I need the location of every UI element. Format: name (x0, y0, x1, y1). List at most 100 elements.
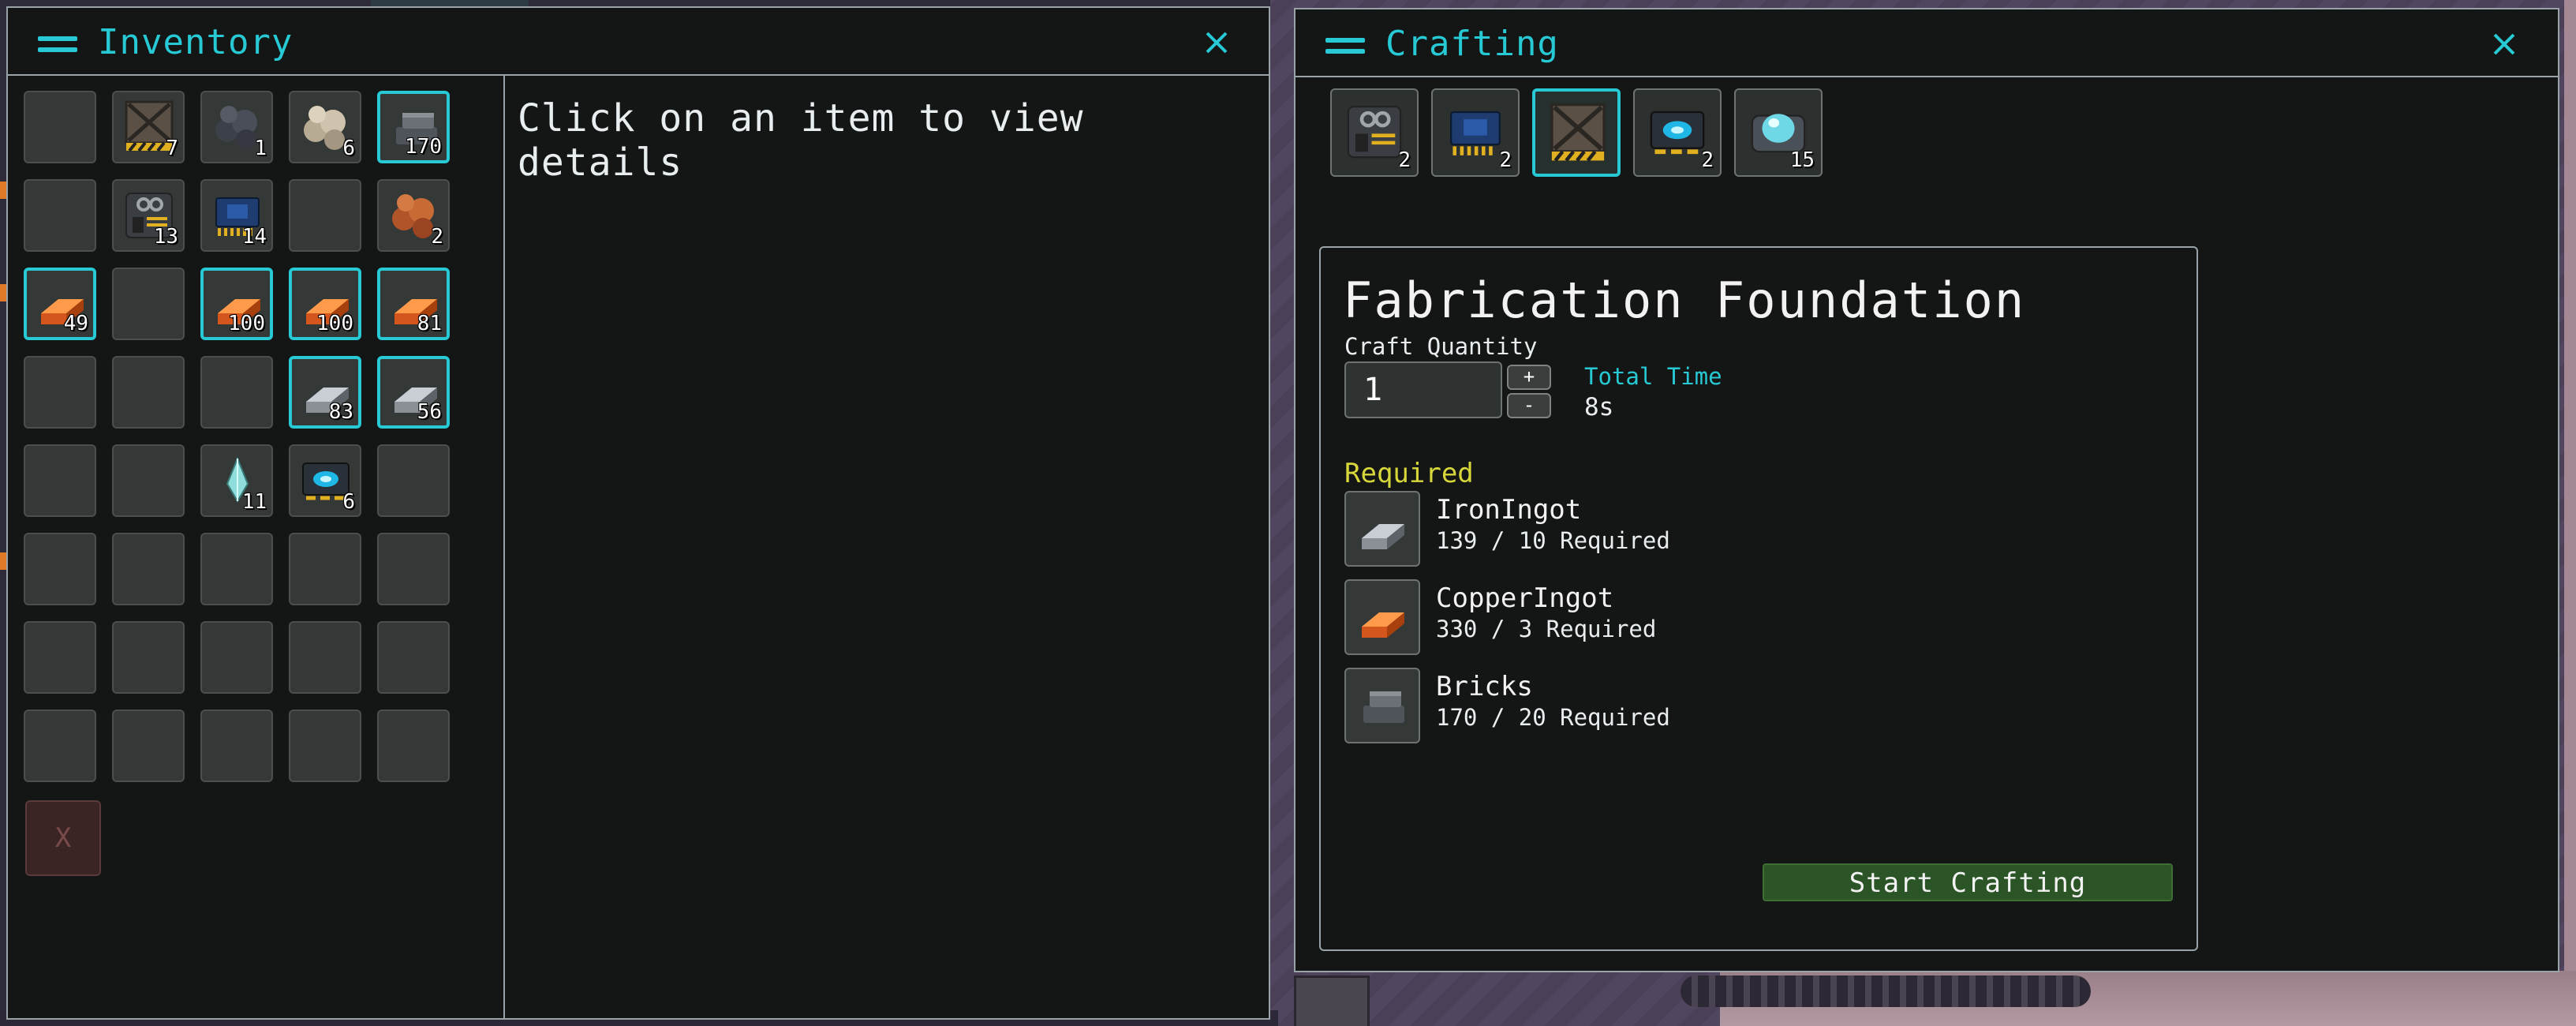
world-edge (2564, 0, 2576, 1026)
decrement-button[interactable]: - (1507, 393, 1551, 418)
item-count: 170 (405, 135, 442, 159)
inventory-slot[interactable] (112, 621, 185, 694)
start-crafting-button[interactable]: Start Crafting (1763, 863, 2173, 901)
inventory-titlebar[interactable]: Inventory (8, 8, 1269, 76)
inventory-slot[interactable] (24, 179, 96, 252)
conveyor-pipe (1681, 975, 2091, 1007)
inventory-slot[interactable]: 100 (200, 268, 273, 340)
inventory-slot[interactable]: 1 (200, 91, 273, 163)
craft-quantity-input[interactable]: 1 (1344, 361, 1502, 418)
recipe-count: 2 (1398, 148, 1411, 172)
inventory-slot[interactable] (24, 356, 96, 429)
recipe-count: 2 (1499, 148, 1512, 172)
item-count: 7 (166, 137, 178, 160)
requirement-name: CopperIngot (1436, 582, 1614, 614)
inventory-window: Inventory 7 1 6 170 13 14 2 49 100 100 81 83 56 11 6 X… (6, 6, 1270, 1020)
item-count: 56 (417, 400, 442, 424)
item-count: 100 (228, 312, 265, 335)
requirement-amount: 330 / 3 Required (1436, 616, 1657, 642)
inventory-slot[interactable] (377, 533, 450, 605)
item-count: 1 (254, 137, 267, 160)
inventory-slot[interactable]: 81 (377, 268, 450, 340)
panel-divider (503, 74, 505, 1018)
inventory-slot[interactable]: 7 (112, 91, 185, 163)
inventory-slot[interactable]: 56 (377, 356, 450, 429)
inventory-slot[interactable] (377, 710, 450, 782)
recipe-tab[interactable]: 2 (1431, 88, 1520, 177)
bricks-icon (1344, 668, 1420, 743)
hamburger-menu-icon[interactable] (1325, 38, 1365, 54)
copper-ingot-icon (1344, 579, 1420, 655)
item-count: 14 (241, 225, 267, 249)
requirement-name: IronIngot (1436, 494, 1582, 526)
inventory-slot[interactable]: 170 (377, 91, 450, 163)
hamburger-menu-icon[interactable] (38, 36, 77, 52)
inventory-title: Inventory (98, 22, 293, 62)
inventory-slot[interactable] (24, 533, 96, 605)
item-count: 81 (417, 312, 442, 335)
inventory-slot[interactable]: 6 (289, 444, 361, 517)
item-count: 6 (342, 137, 355, 160)
inventory-slot[interactable] (24, 710, 96, 782)
machine-block (1294, 975, 1370, 1026)
item-count: 83 (328, 400, 353, 424)
inventory-slot[interactable]: 11 (200, 444, 273, 517)
inventory-slot[interactable] (200, 710, 273, 782)
inventory-slot[interactable]: 2 (377, 179, 450, 252)
iron-ingot-icon (1344, 491, 1420, 567)
inventory-slot[interactable]: 83 (289, 356, 361, 429)
requirement-name: Bricks (1436, 671, 1533, 702)
inventory-slot[interactable] (377, 621, 450, 694)
recipe-tab[interactable]: 2 (1330, 88, 1419, 177)
total-time-label: Total Time (1584, 363, 1722, 390)
trash-slot[interactable]: X (25, 800, 101, 876)
inventory-slot[interactable] (112, 444, 185, 517)
inventory-slot[interactable] (112, 268, 185, 340)
inventory-slot[interactable]: 100 (289, 268, 361, 340)
recipe-tab[interactable] (1532, 88, 1621, 177)
total-time-value: 8s (1584, 393, 1614, 421)
inventory-slot[interactable] (112, 533, 185, 605)
item-count: 6 (342, 490, 355, 514)
crafting-title: Crafting (1385, 24, 1559, 64)
inventory-slot[interactable] (377, 444, 450, 517)
required-heading: Required (1344, 458, 1474, 489)
inventory-slot[interactable]: 49 (24, 268, 96, 340)
inventory-slot[interactable] (200, 356, 273, 429)
inventory-slot[interactable] (200, 621, 273, 694)
crafting-titlebar[interactable]: Crafting (1295, 9, 2558, 77)
item-count: 2 (431, 225, 443, 249)
item-count: 100 (316, 312, 353, 335)
requirement-row: CopperIngot 330 / 3 Required (1344, 579, 1818, 655)
inventory-slot[interactable]: 6 (289, 91, 361, 163)
close-icon[interactable] (2488, 28, 2520, 60)
inventory-slot[interactable] (289, 179, 361, 252)
inventory-slot[interactable] (112, 356, 185, 429)
recipe-count: 15 (1789, 148, 1815, 172)
close-icon[interactable] (1201, 27, 1232, 58)
requirement-row: IronIngot 139 / 10 Required (1344, 491, 1818, 567)
craft-quantity-label: Craft Quantity (1344, 333, 1538, 360)
inventory-slot[interactable] (24, 444, 96, 517)
recipe-title: Fabrication Foundation (1343, 271, 2026, 329)
item-count: 49 (63, 312, 88, 335)
inventory-slot[interactable]: 14 (200, 179, 273, 252)
inventory-slot[interactable]: 13 (112, 179, 185, 252)
inventory-slot[interactable] (289, 533, 361, 605)
item-count: 13 (153, 225, 178, 249)
recipe-tab[interactable]: 15 (1734, 88, 1823, 177)
crafting-window: Crafting 2 2 2 15 Fabrication Foundation Cr… (1294, 8, 2559, 972)
inventory-slot[interactable] (289, 621, 361, 694)
item-count: 11 (241, 490, 267, 514)
recipe-tab[interactable]: 2 (1633, 88, 1722, 177)
inventory-slot[interactable] (24, 621, 96, 694)
inventory-slot[interactable] (200, 533, 273, 605)
recipe-detail-panel: Fabrication Foundation Craft Quantity 1 … (1319, 246, 2198, 951)
inventory-slot[interactable] (112, 710, 185, 782)
inventory-slot[interactable] (24, 91, 96, 163)
inventory-slot[interactable] (289, 710, 361, 782)
recipe-count: 2 (1701, 148, 1714, 172)
item-details-prompt: Click on an item to view details (518, 96, 1084, 185)
increment-button[interactable]: + (1507, 365, 1551, 390)
requirement-row: Bricks 170 / 20 Required (1344, 668, 1818, 743)
